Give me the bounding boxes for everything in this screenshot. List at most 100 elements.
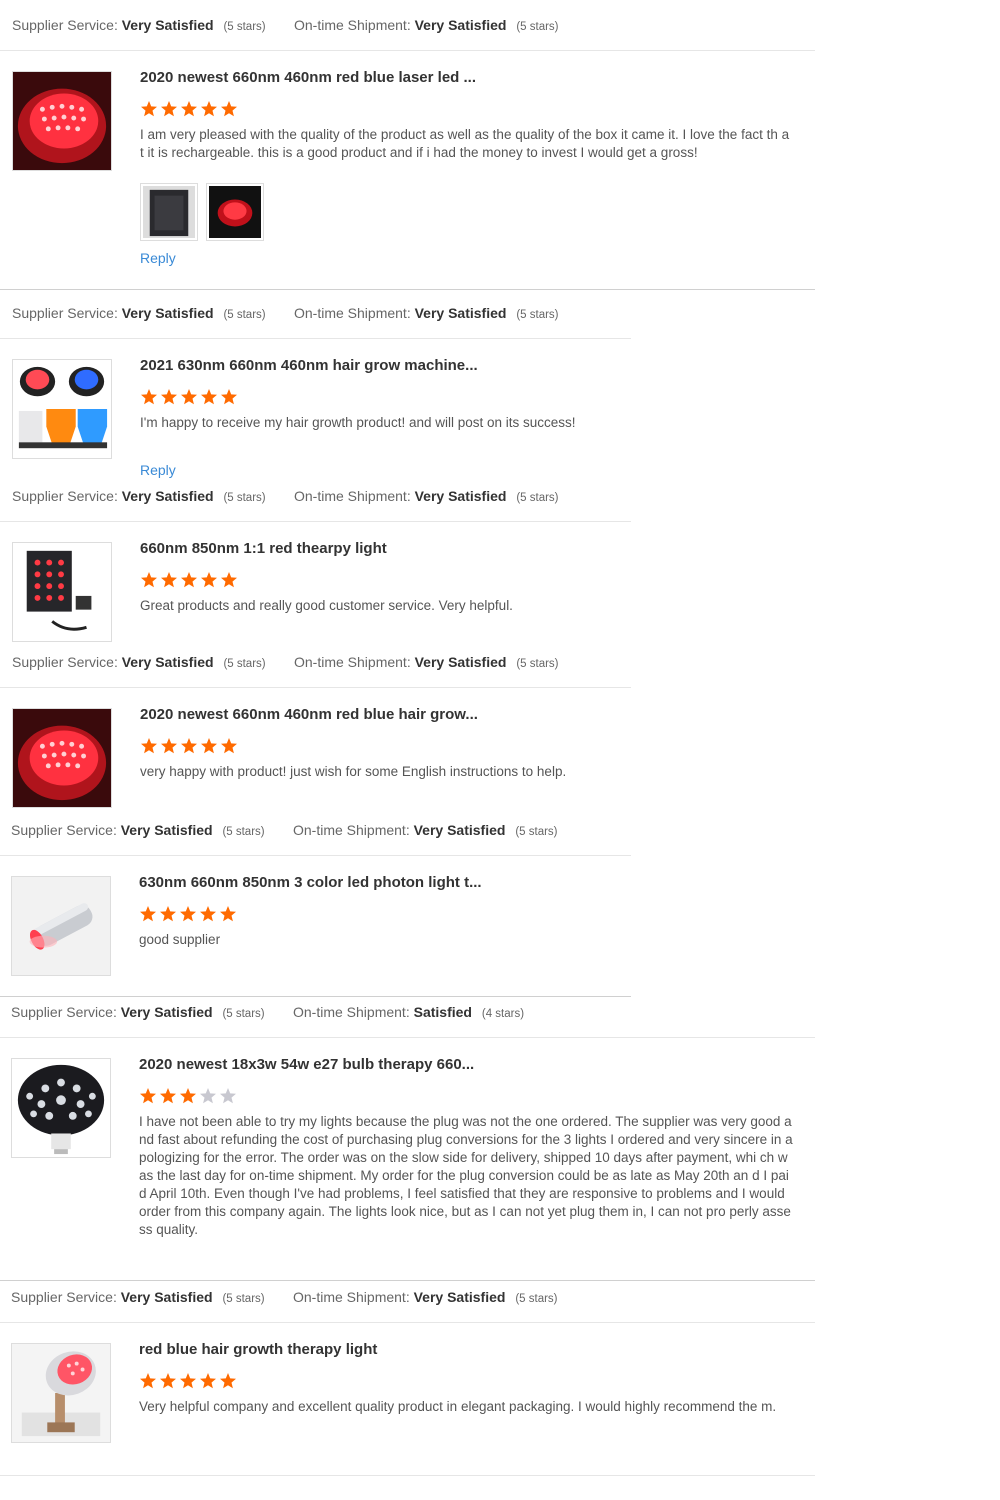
review-text: very happy with product! just wish for s…: [140, 764, 567, 779]
star-icon: [220, 571, 238, 589]
product-title[interactable]: 2020 newest 660nm 460nm red blue hair gr…: [140, 706, 478, 723]
reply-link[interactable]: Reply: [140, 250, 176, 266]
review-meta: Supplier Service: Very Satisfied (5 star…: [11, 1289, 558, 1309]
review-text: I'm happy to receive my hair growth prod…: [140, 415, 576, 430]
product-thumbnail[interactable]: [11, 876, 111, 976]
review-text: good supplier: [139, 932, 221, 947]
product-thumbnail[interactable]: [12, 71, 112, 171]
supplier-service-label: Supplier Service:: [11, 1289, 117, 1305]
star-icon: [200, 571, 218, 589]
red-led-cap-icon: [13, 709, 111, 807]
product-thumbnail[interactable]: [12, 542, 112, 642]
product-title[interactable]: 660nm 850nm 1:1 red thearpy light: [140, 540, 387, 557]
shipment-value: Very Satisfied: [414, 17, 507, 33]
star-icon: [180, 388, 198, 406]
shipment-value: Very Satisfied: [414, 488, 507, 504]
shipment-label: On-time Shipment:: [294, 488, 411, 504]
star-icon: [140, 737, 158, 755]
shipment-stars: (5 stars): [516, 658, 559, 670]
star-icon: [220, 388, 238, 406]
star-icon: [139, 905, 157, 923]
red-cap-photo-icon: [209, 186, 261, 238]
supplier-service-value: Very Satisfied: [120, 1289, 213, 1305]
shipment-value: Very Satisfied: [413, 1289, 506, 1305]
product-thumbnail[interactable]: [12, 708, 112, 808]
product-title[interactable]: red blue hair growth therapy light: [139, 1341, 377, 1358]
star-icon: [200, 388, 218, 406]
star-icon: [159, 905, 177, 923]
star-icon: [159, 1372, 177, 1390]
star-icon: [200, 100, 218, 118]
product-title[interactable]: 2020 newest 660nm 460nm red blue laser l…: [140, 69, 476, 86]
box-photo-icon: [143, 186, 195, 238]
reply-link[interactable]: Reply: [140, 462, 176, 478]
shipment-stars: (5 stars): [516, 492, 559, 504]
divider: [0, 1280, 815, 1281]
product-title[interactable]: 2020 newest 18x3w 54w e27 bulb therapy 6…: [139, 1056, 474, 1073]
divider: [0, 996, 631, 997]
shipment-stars: (5 stars): [516, 21, 559, 33]
shipment-label: On-time Shipment:: [294, 305, 411, 321]
lamp-clamp-icon: [12, 1344, 110, 1442]
shipment-value: Very Satisfied: [414, 654, 507, 670]
review-meta: Supplier Service: Very Satisfied (5 star…: [11, 1004, 524, 1024]
shipment-label: On-time Shipment:: [293, 1289, 410, 1305]
product-title[interactable]: 630nm 660nm 850nm 3 color led photon lig…: [139, 874, 482, 891]
star-icon: [139, 1087, 157, 1105]
product-thumbnail[interactable]: [11, 1343, 111, 1443]
star-icon: [179, 1087, 197, 1105]
star-icon: [200, 737, 218, 755]
divider: [0, 1475, 815, 1476]
star-icon: [219, 1087, 237, 1105]
review-meta: Supplier Service: Very Satisfied (5 star…: [11, 822, 558, 842]
review-text: Great products and really good customer …: [140, 598, 513, 613]
shipment-stars: (5 stars): [516, 309, 559, 321]
star-icon: [180, 100, 198, 118]
supplier-service-label: Supplier Service:: [12, 654, 118, 670]
shipment-stars: (5 stars): [515, 1293, 558, 1305]
supplier-service-stars: (5 stars): [222, 826, 265, 838]
shipment-label: On-time Shipment:: [294, 654, 411, 670]
supplier-service-value: Very Satisfied: [121, 654, 214, 670]
star-icon: [199, 1372, 217, 1390]
product-thumbnail[interactable]: [12, 359, 112, 459]
star-icon: [140, 100, 158, 118]
divider: [0, 687, 631, 688]
divider: [0, 50, 815, 51]
product-thumbnail[interactable]: [11, 1058, 111, 1158]
star-icon: [139, 1372, 157, 1390]
star-icon: [179, 905, 197, 923]
review-photo[interactable]: [140, 183, 198, 241]
supplier-service-label: Supplier Service:: [11, 822, 117, 838]
product-title[interactable]: 2021 630nm 660nm 460nm hair grow machine…: [140, 357, 478, 374]
star-icon: [199, 905, 217, 923]
review-meta: Supplier Service: Very Satisfied (5 star…: [12, 17, 559, 37]
rating-stars: [140, 100, 238, 118]
supplier-service-stars: (5 stars): [222, 1008, 265, 1020]
review-photo[interactable]: [206, 183, 264, 241]
divider: [0, 1037, 815, 1038]
supplier-service-value: Very Satisfied: [121, 488, 214, 504]
star-icon: [219, 905, 237, 923]
rating-stars: [140, 388, 238, 406]
rating-stars: [140, 737, 238, 755]
supplier-service-label: Supplier Service:: [11, 1004, 117, 1020]
review-meta: Supplier Service: Very Satisfied (5 star…: [12, 654, 559, 674]
star-icon: [220, 100, 238, 118]
multicolor-led-caps-icon: [13, 360, 111, 458]
supplier-service-label: Supplier Service:: [12, 17, 118, 33]
divider: [0, 338, 631, 339]
star-icon: [180, 737, 198, 755]
star-icon: [140, 571, 158, 589]
shipment-stars: (4 stars): [481, 1008, 525, 1020]
review-text: Very helpful company and excellent quali…: [139, 1399, 777, 1414]
star-icon: [160, 388, 178, 406]
divider: [0, 1322, 815, 1323]
shipment-label: On-time Shipment:: [293, 822, 410, 838]
star-icon: [180, 571, 198, 589]
star-icon: [160, 100, 178, 118]
review-text: I have not been able to try my lights be…: [139, 1114, 793, 1237]
star-icon: [160, 737, 178, 755]
supplier-service-value: Very Satisfied: [120, 1004, 213, 1020]
shipment-label: On-time Shipment:: [294, 17, 411, 33]
